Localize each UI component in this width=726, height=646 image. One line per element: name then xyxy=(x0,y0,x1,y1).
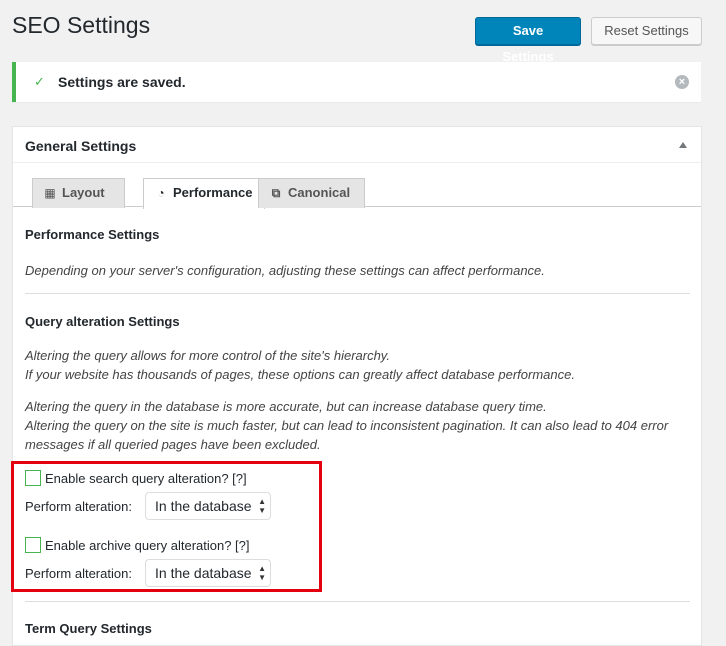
reset-settings-button[interactable]: Reset Settings xyxy=(591,17,702,45)
save-settings-button[interactable]: Save Settings xyxy=(475,17,581,64)
checkmark-icon: ✓ xyxy=(34,74,45,89)
tab-canonical[interactable]: ⧉ Canonical xyxy=(258,178,365,208)
tab-label: Layout xyxy=(62,185,105,200)
collapse-arrow-icon[interactable] xyxy=(679,142,687,148)
query-description-2-line-2: Altering the query on the site is much f… xyxy=(25,418,669,452)
performance-settings-heading: Performance Settings xyxy=(25,227,160,242)
performance-description: Depending on your server's configuration… xyxy=(25,263,545,278)
query-description-2-line-1: Altering the query in the database is mo… xyxy=(25,399,547,414)
dashboard-gauge-icon: ◔ xyxy=(157,186,165,200)
page-title: SEO Settings xyxy=(12,12,151,38)
notice-message: Settings are saved. xyxy=(58,74,186,90)
tab-layout[interactable]: ▦ Layout xyxy=(32,178,125,208)
divider xyxy=(25,293,690,294)
tab-label: Performance xyxy=(173,185,253,200)
query-description-2: Altering the query in the database is mo… xyxy=(25,397,695,454)
query-description-1-line-2: If your website has thousands of pages, … xyxy=(25,367,575,382)
external-link-icon: ⧉ xyxy=(271,186,281,200)
panel-title: General Settings xyxy=(25,138,137,154)
tab-performance[interactable]: ◔ Performance xyxy=(143,178,265,209)
dismiss-notice-icon[interactable]: × xyxy=(675,75,689,89)
settings-saved-notice: ✓ Settings are saved. × xyxy=(12,62,701,102)
query-description-1: Altering the query allows for more contr… xyxy=(25,346,695,384)
settings-tabs: ▦ Layout ◔ Performance ⧉ Canonical xyxy=(13,163,701,209)
query-description-1-line-1: Altering the query allows for more contr… xyxy=(25,348,390,363)
layout-grid-icon: ▦ xyxy=(44,186,56,200)
term-query-settings-heading: Term Query Settings xyxy=(25,621,152,636)
tab-label: Canonical xyxy=(288,185,351,200)
divider xyxy=(25,601,690,602)
panel-header[interactable]: General Settings xyxy=(13,127,701,163)
highlight-box xyxy=(11,461,322,592)
query-alteration-heading: Query alteration Settings xyxy=(25,314,180,329)
